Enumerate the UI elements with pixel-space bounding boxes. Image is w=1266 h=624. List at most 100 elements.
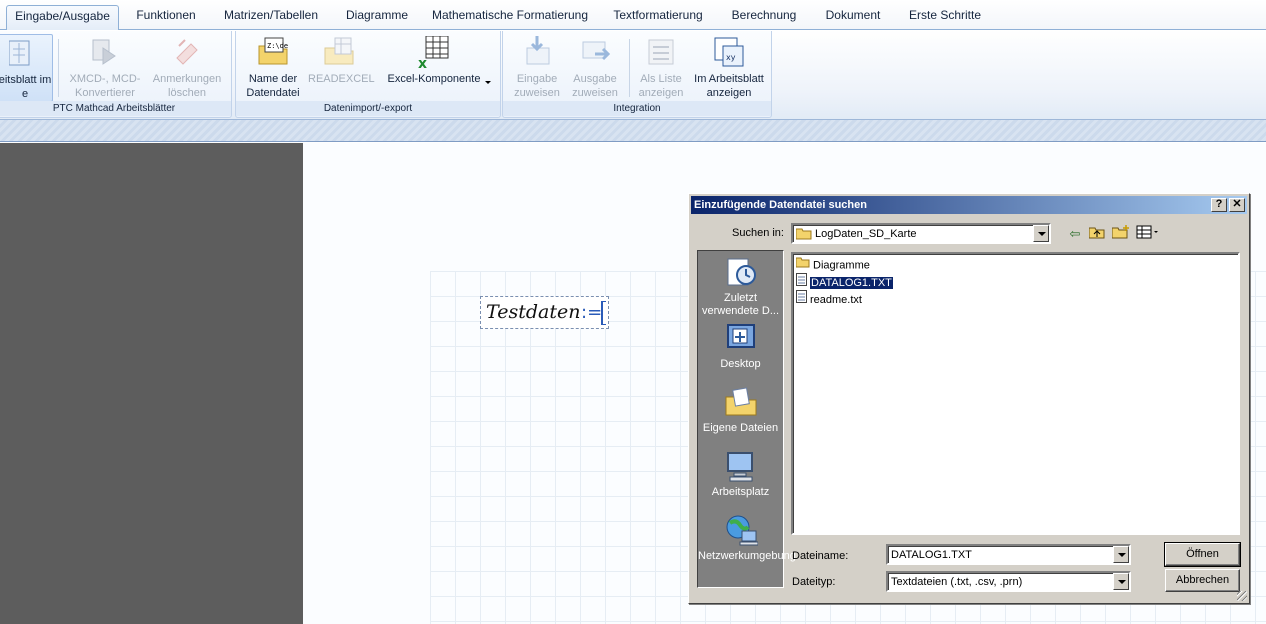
left-panel xyxy=(0,143,303,624)
math-variable-name: Testdaten xyxy=(486,301,581,323)
look-in-value: LogDaten_SD_Karte xyxy=(815,228,917,240)
places-bar: Zuletzt verwendete D... Desktop Eigene D… xyxy=(697,250,796,588)
data-filename-line2: Datendatei xyxy=(246,87,300,99)
tab-funktionen[interactable]: Funktionen xyxy=(128,5,204,30)
recent-documents-icon xyxy=(724,255,758,289)
assign-input-button[interactable]: Eingabe zuweisen xyxy=(507,34,567,102)
file-list[interactable]: Diagramme DATALOG1.TXT readme.txt xyxy=(791,252,1240,535)
ribbon-tab-bar: Eingabe/Ausgabe Funktionen Matrizen/Tabe… xyxy=(0,0,1266,30)
dropdown-arrow-icon[interactable] xyxy=(485,81,491,84)
filename-label: Dateiname: xyxy=(792,550,849,562)
place-my-documents[interactable]: Eigene Dateien xyxy=(698,385,783,435)
save-worksheet-button[interactable]: eitsblatt im e speichern xyxy=(0,34,53,114)
filetype-label: Dateityp: xyxy=(792,576,836,588)
tab-matrizen-tabellen[interactable]: Matrizen/Tabellen xyxy=(216,5,326,30)
file-name: Diagramme xyxy=(813,259,870,272)
show-as-list-button[interactable]: Als Liste anzeigen xyxy=(633,34,689,102)
place-my-computer-label: Arbeitsplatz xyxy=(711,486,770,498)
network-globe-icon xyxy=(724,513,758,547)
help-button[interactable]: ? xyxy=(1211,198,1227,212)
definition-operator: := xyxy=(581,302,603,323)
filename-dropdown-arrow[interactable] xyxy=(1113,546,1129,563)
worksheet-save-icon xyxy=(8,37,41,69)
list-item-folder-diagramme[interactable]: Diagramme xyxy=(795,256,870,273)
view-menu-icon[interactable] xyxy=(1135,225,1161,243)
tab-erste-schritte[interactable]: Erste Schritte xyxy=(902,5,988,30)
list-item-file-readme[interactable]: readme.txt xyxy=(796,290,862,306)
svg-text:xy: xy xyxy=(726,53,736,62)
tab-eingabe-ausgabe[interactable]: Eingabe/Ausgabe xyxy=(6,5,119,30)
delete-comments-line1: Anmerkungen xyxy=(152,73,222,85)
readexcel-icon xyxy=(323,36,355,68)
show-in-worksheet-line2: anzeigen xyxy=(706,87,752,99)
convert-icon xyxy=(89,36,121,68)
group-title-worksheets: PTC Mathcad Arbeitsblätter xyxy=(0,101,231,116)
svg-text:x: x xyxy=(418,56,427,68)
save-worksheet-line1: eitsblatt im xyxy=(0,74,52,86)
list-icon xyxy=(645,36,677,68)
filetype-select[interactable]: Textdateien (.txt, .csv, .prn) xyxy=(886,571,1131,592)
dialog-title-bar[interactable]: Einzufügende Datendatei suchen ? ✕ xyxy=(691,196,1247,214)
file-name: readme.txt xyxy=(810,293,862,306)
resize-grip-icon[interactable] xyxy=(1237,591,1247,601)
math-region[interactable]: Testdaten := xyxy=(480,296,609,329)
filetype-value: Textdateien (.txt, .csv, .prn) xyxy=(891,576,1023,588)
show-as-list-line2: anzeigen xyxy=(638,87,684,99)
place-my-computer[interactable]: Arbeitsplatz xyxy=(698,449,783,499)
separator xyxy=(629,39,630,97)
group-data-import-export: Z:\de Name der Datendatei READEXCEL x Ex… xyxy=(235,31,501,118)
filetype-dropdown-arrow[interactable] xyxy=(1113,573,1129,590)
file-name: DATALOG1.TXT xyxy=(809,275,894,290)
back-arrow-icon[interactable]: ⇦ xyxy=(1065,225,1085,243)
data-filename-button[interactable]: Z:\de Name der Datendatei xyxy=(242,34,304,102)
convert-button[interactable]: XMCD-, MCD- Konvertierer xyxy=(67,34,143,102)
up-folder-icon[interactable] xyxy=(1087,225,1107,243)
delete-comments-button[interactable]: Anmerkungen löschen xyxy=(147,34,227,102)
excel-component-label: Excel-Komponente xyxy=(387,73,481,85)
filename-input[interactable]: DATALOG1.TXT xyxy=(886,544,1131,565)
close-button[interactable]: ✕ xyxy=(1229,198,1245,212)
list-item-file-datalog1[interactable]: DATALOG1.TXT xyxy=(796,273,894,291)
look-in-combobox[interactable]: LogDaten_SD_Karte xyxy=(791,223,1051,244)
tab-dokument[interactable]: Dokument xyxy=(816,5,890,30)
tab-berechnung[interactable]: Berechnung xyxy=(724,5,804,30)
tab-diagramme[interactable]: Diagramme xyxy=(338,5,416,30)
place-my-documents-label: Eigene Dateien xyxy=(702,422,779,434)
assign-output-line2: zuweisen xyxy=(572,87,618,99)
folder-icon xyxy=(795,256,810,273)
place-recent[interactable]: Zuletzt verwendete D... xyxy=(698,255,783,318)
my-documents-icon xyxy=(724,385,758,419)
excel-component-button[interactable]: x Excel-Komponente xyxy=(378,34,490,102)
svg-text:Z:\de: Z:\de xyxy=(267,42,288,50)
cancel-button[interactable]: Abbrechen xyxy=(1165,569,1240,592)
readexcel-label: READEXCEL xyxy=(308,73,375,85)
group-title-integration: Integration xyxy=(503,101,771,116)
place-network-label: Netzwerkumgebung xyxy=(698,550,796,562)
look-in-dropdown-arrow[interactable] xyxy=(1033,225,1049,242)
text-file-icon xyxy=(796,273,807,291)
assign-input-icon xyxy=(521,36,553,68)
readexcel-button[interactable]: READEXCEL xyxy=(308,34,375,102)
place-network[interactable]: Netzwerkumgebung xyxy=(698,513,796,563)
dialog-title: Einzufügende Datendatei suchen xyxy=(694,199,867,211)
group-worksheets: eitsblatt im e speichern XMCD-, MCD- Kon… xyxy=(0,31,232,118)
assign-input-line2: zuweisen xyxy=(514,87,560,99)
show-in-worksheet-button[interactable]: xy Im Arbeitsblatt anzeigen xyxy=(689,34,769,102)
math-insertion-cursor xyxy=(601,301,606,325)
place-desktop-label: Desktop xyxy=(720,358,761,370)
assign-output-button[interactable]: Ausgabe zuweisen xyxy=(565,34,625,102)
show-in-worksheet-icon: xy xyxy=(713,36,745,68)
folder-icon xyxy=(795,227,812,243)
ribbon: eitsblatt im e speichern XMCD-, MCD- Kon… xyxy=(0,30,1266,119)
open-button[interactable]: Öffnen xyxy=(1164,542,1241,567)
place-desktop[interactable]: Desktop xyxy=(698,321,783,371)
assign-output-line1: Ausgabe xyxy=(573,73,617,85)
delete-comments-line2: löschen xyxy=(168,87,206,99)
assign-output-icon xyxy=(579,36,611,68)
new-folder-icon[interactable] xyxy=(1111,225,1131,243)
ribbon-bottom-strip xyxy=(0,119,1266,142)
tab-mathematische-formatierung[interactable]: Mathematische Formatierung xyxy=(430,5,590,30)
excel-icon: x xyxy=(418,35,450,72)
look-in-label: Suchen in: xyxy=(732,227,784,239)
tab-textformatierung[interactable]: Textformatierung xyxy=(604,5,712,30)
